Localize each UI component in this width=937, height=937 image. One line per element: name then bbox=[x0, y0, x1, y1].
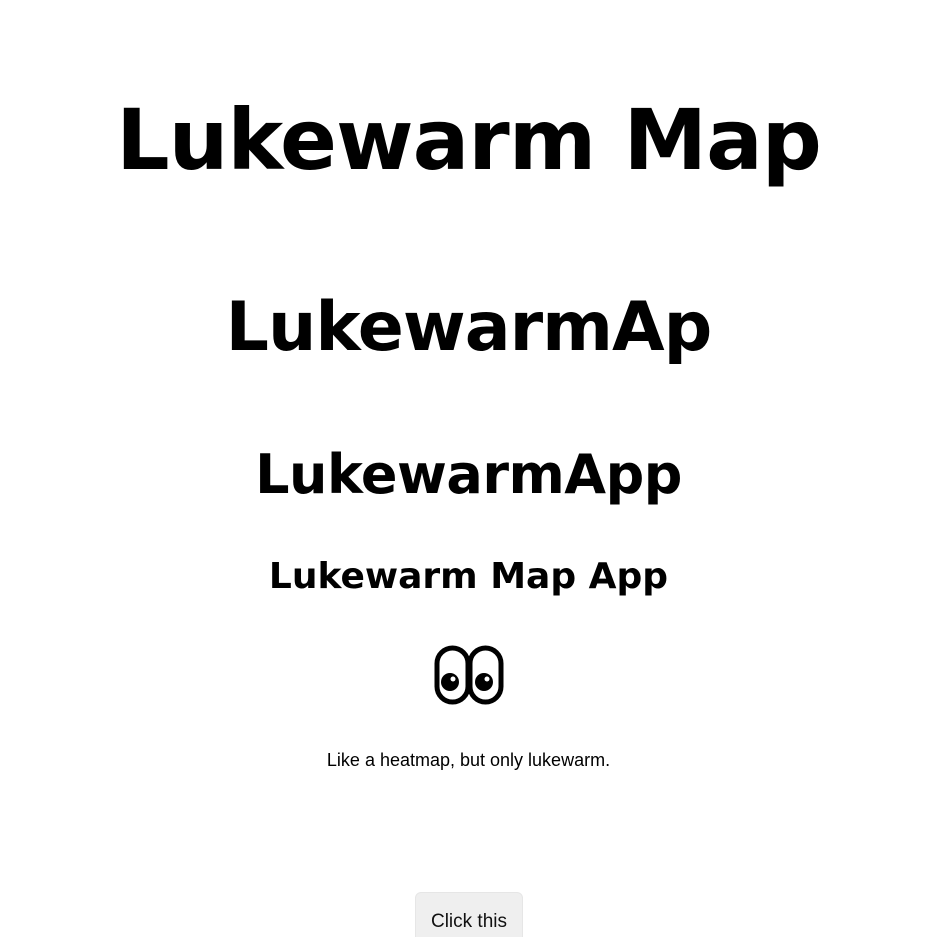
click-this-button[interactable]: Click this bbox=[415, 892, 523, 937]
eyes-icon bbox=[434, 645, 504, 705]
title-heading-3: LukewarmApp bbox=[255, 443, 682, 506]
page: Lukewarm Map LukewarmAp LukewarmApp Luke… bbox=[0, 0, 937, 937]
tagline: Like a heatmap, but only lukewarm. bbox=[326, 750, 611, 770]
title-heading-2: LukewarmAp bbox=[225, 288, 713, 367]
title-heading-1: Lukewarm Map bbox=[116, 91, 822, 189]
title-heading-4: Lukewarm Map App bbox=[268, 556, 669, 597]
